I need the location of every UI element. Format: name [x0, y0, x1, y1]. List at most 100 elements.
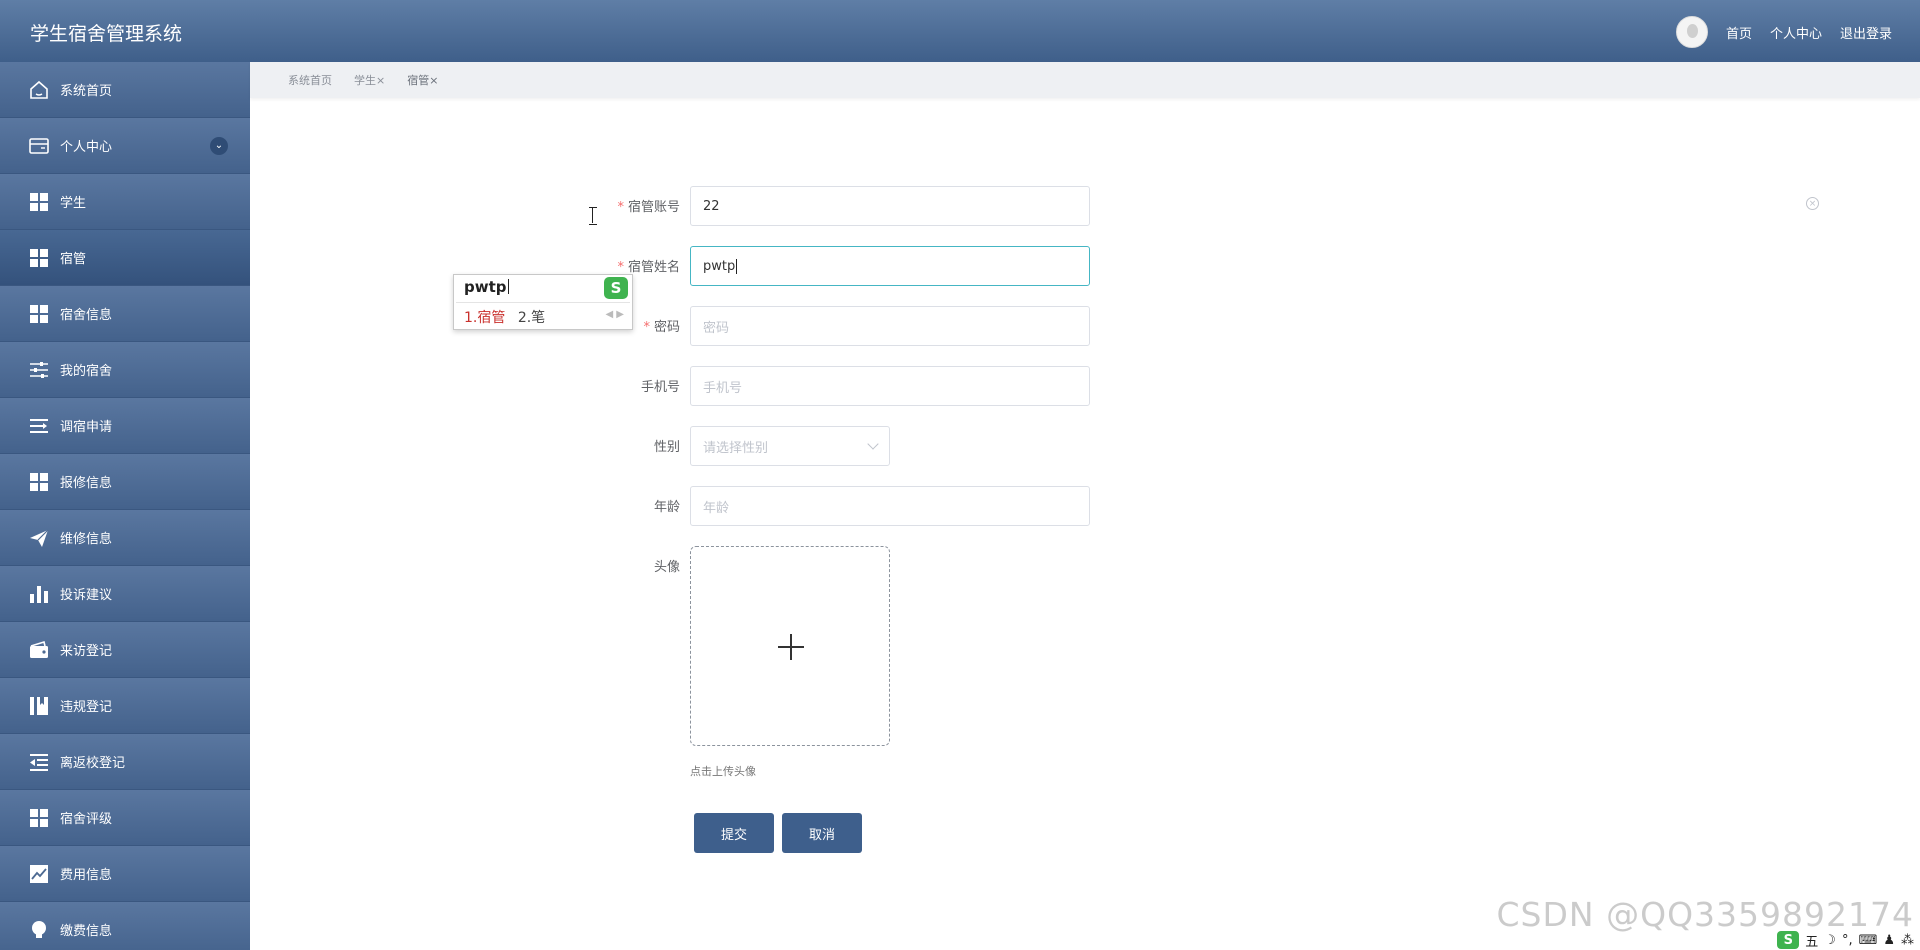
card-icon: [28, 135, 50, 157]
avatar-upload[interactable]: [690, 546, 890, 746]
breadcrumb-tab-student[interactable]: 学生×: [354, 72, 385, 88]
required-mark: *: [617, 260, 624, 275]
breadcrumb-home[interactable]: 系统首页: [288, 72, 332, 88]
moon-icon[interactable]: ☽: [1824, 933, 1836, 948]
app-root: 学生宿舍管理系统 首页 个人中心 退出登录 系统首页 个人中心 ⌄ 学生 宿管 …: [0, 0, 1920, 950]
nav-home-link[interactable]: 首页: [1726, 23, 1752, 42]
age-label: 年龄: [653, 500, 680, 515]
ime-wubi-indicator[interactable]: 五: [1805, 931, 1818, 950]
sidebar-item-student[interactable]: 学生: [0, 174, 250, 230]
sidebar-item-fees[interactable]: 费用信息: [0, 846, 250, 902]
sidebar-item-label: 违规登记: [60, 700, 113, 715]
toolbox-icon[interactable]: ⁂: [1901, 933, 1914, 948]
name-input[interactable]: pwtp: [690, 246, 1090, 286]
app-title: 学生宿舍管理系统: [30, 23, 183, 45]
grid-icon: [28, 807, 50, 829]
sidebar-item-leave-return[interactable]: 离返校登记: [0, 734, 250, 790]
text-caret: [736, 258, 738, 274]
close-circle-icon[interactable]: ×: [1806, 197, 1819, 210]
ime-candidates: 1.宿管 2.笔: [464, 307, 545, 327]
required-mark: *: [617, 200, 624, 215]
home-icon: [28, 79, 50, 101]
chevron-down-icon[interactable]: ⌄: [210, 136, 228, 155]
password-input[interactable]: 密码: [690, 306, 1090, 346]
ime-candidate-2[interactable]: 2.笔: [518, 310, 545, 326]
breadcrumb-tab-dorm-manager[interactable]: 宿管×: [407, 72, 438, 88]
ime-composition: pwtp: [464, 278, 509, 296]
age-input[interactable]: 年龄: [690, 486, 1090, 526]
ime-candidate-popup: pwtp S 1.宿管 2.笔 ◀ ▶: [453, 274, 633, 330]
gender-select[interactable]: 请选择性别: [690, 426, 890, 466]
punctuation-icon[interactable]: °,: [1842, 933, 1853, 948]
grid-icon: [28, 303, 50, 325]
sidebar-item-label: 个人中心: [60, 140, 113, 155]
sidebar-item-complaints[interactable]: 投诉建议: [0, 566, 250, 622]
bulb-icon: [28, 919, 50, 941]
cancel-button[interactable]: 取消: [782, 813, 862, 853]
breadcrumb: 系统首页 学生× 宿管×: [250, 62, 1920, 98]
sidebar-item-label: 宿舍信息: [60, 308, 113, 323]
submit-button[interactable]: 提交: [694, 813, 774, 853]
chevron-down-icon: [867, 438, 879, 450]
sidebar-item-label: 学生: [60, 196, 87, 211]
sidebar-item-profile[interactable]: 个人中心 ⌄: [0, 118, 250, 174]
bar-chart-icon: [28, 583, 50, 605]
sidebar-item-my-dorm[interactable]: 我的宿舍: [0, 342, 250, 398]
sidebar-item-label: 报修信息: [60, 476, 113, 491]
sidebar-item-label: 我的宿舍: [60, 364, 113, 379]
wallet-icon: [28, 639, 50, 661]
list-arrow-icon: [28, 415, 50, 437]
sidebar-item-label: 缴费信息: [60, 924, 113, 939]
sidebar-item-dorm-manager[interactable]: 宿管: [0, 230, 250, 286]
keyboard-icon[interactable]: ⌨: [1859, 933, 1878, 948]
sidebar-item-dorm-info[interactable]: 宿舍信息: [0, 286, 250, 342]
grid-icon: [28, 247, 50, 269]
sidebar-item-label: 调宿申请: [60, 420, 113, 435]
ime-candidate-1[interactable]: 1.宿管: [464, 310, 505, 326]
user-avatar[interactable]: [1675, 16, 1708, 48]
sidebar-item-payments[interactable]: 缴费信息: [0, 902, 250, 950]
sidebar-item-label: 宿管: [60, 252, 87, 267]
sogou-ime-logo: S: [604, 277, 628, 299]
sidebar-item-label: 投诉建议: [60, 588, 113, 603]
sidebar-item-home[interactable]: 系统首页: [0, 62, 250, 118]
sliders-icon: [28, 359, 50, 381]
top-nav: 首页 个人中心 退出登录: [1675, 16, 1892, 48]
sidebar-item-label: 系统首页: [60, 84, 113, 99]
ime-tray: S 五 ☽ °, ⌨ ♟ ⁂: [1771, 930, 1920, 950]
sidebar-item-repair-report[interactable]: 报修信息: [0, 454, 250, 510]
phone-input[interactable]: 手机号: [690, 366, 1090, 406]
paper-plane-icon: [28, 527, 50, 549]
user-icon[interactable]: ♟: [1883, 933, 1895, 948]
sidebar-item-dorm-rating[interactable]: 宿舍评级: [0, 790, 250, 846]
sidebar-item-label: 维修信息: [60, 532, 113, 547]
book-icon: [28, 695, 50, 717]
sidebar-item-maintenance[interactable]: 维修信息: [0, 510, 250, 566]
sidebar-item-label: 来访登记: [60, 644, 113, 659]
sidebar-item-violations[interactable]: 违规登记: [0, 678, 250, 734]
required-mark: *: [643, 320, 650, 335]
name-label: * 宿管姓名: [617, 260, 680, 275]
sidebar-item-label: 宿舍评级: [60, 812, 113, 827]
account-input[interactable]: 22: [690, 186, 1090, 226]
sidebar: 系统首页 个人中心 ⌄ 学生 宿管 宿舍信息 我的宿舍 调宿申请 报修信息 维修…: [0, 62, 250, 950]
avatar-label: 头像: [653, 560, 680, 575]
indent-icon: [28, 751, 50, 773]
avatar-upload-hint: 点击上传头像: [690, 765, 756, 778]
sidebar-item-label: 费用信息: [60, 868, 113, 883]
line-chart-icon: [28, 863, 50, 885]
nav-logout-link[interactable]: 退出登录: [1840, 23, 1892, 42]
top-bar: 学生宿舍管理系统 首页 个人中心 退出登录: [0, 0, 1920, 62]
text-cursor-icon: [589, 207, 597, 225]
grid-icon: [28, 471, 50, 493]
sidebar-item-label: 离返校登记: [60, 756, 126, 771]
nav-profile-link[interactable]: 个人中心: [1770, 23, 1822, 42]
sogou-tray-logo[interactable]: S: [1777, 931, 1800, 949]
ime-divider: [456, 302, 630, 303]
sidebar-item-visitors[interactable]: 来访登记: [0, 622, 250, 678]
ime-page-arrows-icon[interactable]: ◀ ▶: [605, 309, 624, 320]
sidebar-item-transfer-request[interactable]: 调宿申请: [0, 398, 250, 454]
gender-label: 性别: [653, 440, 680, 455]
ime-caret: [507, 279, 509, 294]
phone-label: 手机号: [640, 380, 680, 395]
